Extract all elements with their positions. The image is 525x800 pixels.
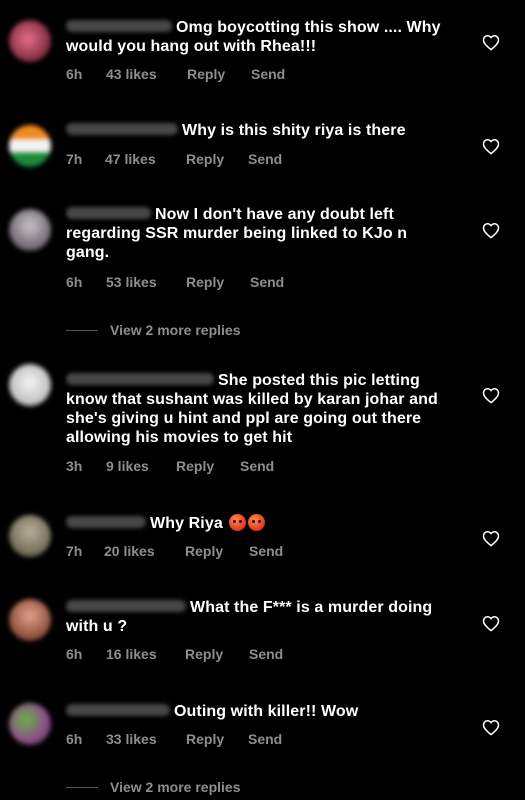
- angry-face-emoji: [229, 514, 247, 531]
- heart-icon[interactable]: [482, 387, 500, 404]
- avatar[interactable]: [9, 599, 51, 641]
- comment-meta: 3h 9 likes Reply Send: [66, 458, 274, 474]
- heart-icon[interactable]: [482, 615, 500, 632]
- heart-icon[interactable]: [482, 138, 500, 155]
- likes-count[interactable]: 9 likes: [106, 458, 176, 474]
- send-button[interactable]: Send: [240, 458, 274, 474]
- likes-count[interactable]: 20 likes: [104, 543, 185, 559]
- comment-text-wrap: She posted this pic letting know that su…: [66, 371, 446, 447]
- avatar[interactable]: [9, 209, 51, 251]
- heart-icon[interactable]: [482, 34, 500, 51]
- heart-icon[interactable]: [482, 530, 500, 547]
- comment-text-wrap: Omg boycotting this show .... Why would …: [66, 18, 446, 56]
- likes-count[interactable]: 53 likes: [106, 274, 186, 290]
- comment-meta: 6h 43 likes Reply Send: [66, 66, 285, 82]
- reply-button[interactable]: Reply: [185, 646, 249, 662]
- reply-button[interactable]: Reply: [176, 458, 240, 474]
- comment-time: 3h: [66, 458, 83, 474]
- likes-count[interactable]: 33 likes: [106, 731, 186, 747]
- comment-text: Why is this shity riya is there: [182, 122, 406, 139]
- view-more-replies[interactable]: View 2 more replies: [66, 322, 240, 338]
- reply-button[interactable]: Reply: [186, 151, 248, 167]
- view-more-label[interactable]: View 2 more replies: [110, 322, 240, 338]
- divider: [66, 329, 98, 331]
- send-button[interactable]: Send: [250, 274, 284, 290]
- reply-button[interactable]: Reply: [187, 66, 251, 82]
- comment-text-wrap: Why is this shity riya is there: [66, 121, 446, 140]
- divider: [66, 786, 98, 788]
- comment-text-wrap: Why Riya: [66, 514, 446, 533]
- reply-button[interactable]: Reply: [186, 731, 248, 747]
- send-button[interactable]: Send: [251, 66, 285, 82]
- angry-face-emoji: [248, 514, 266, 531]
- username-redacted[interactable]: [66, 704, 170, 717]
- avatar[interactable]: [9, 20, 51, 62]
- heart-icon[interactable]: [482, 719, 500, 736]
- username-redacted[interactable]: [66, 123, 178, 136]
- comment-time: 6h: [66, 646, 83, 662]
- likes-count[interactable]: 16 likes: [106, 646, 185, 662]
- comment-meta: 6h 53 likes Reply Send: [66, 274, 284, 290]
- comment-time: 6h: [66, 66, 83, 82]
- send-button[interactable]: Send: [249, 646, 283, 662]
- reply-button[interactable]: Reply: [186, 274, 250, 290]
- comment-text-wrap: Outing with killer!! Wow: [66, 702, 446, 721]
- comment-time: 7h: [66, 151, 83, 167]
- avatar[interactable]: [9, 703, 51, 745]
- avatar[interactable]: [9, 364, 51, 406]
- comment-text: Why Riya: [150, 515, 223, 532]
- comment-text-wrap: Now I don't have any doubt left regardin…: [66, 205, 446, 262]
- comment-time: 6h: [66, 731, 83, 747]
- likes-count[interactable]: 43 likes: [106, 66, 187, 82]
- send-button[interactable]: Send: [248, 731, 282, 747]
- heart-icon[interactable]: [482, 222, 500, 239]
- comment-text-wrap: What the F*** is a murder doing with u ?: [66, 598, 446, 636]
- comment-meta: 7h 20 likes Reply Send: [66, 543, 283, 559]
- comment-text: Outing with killer!! Wow: [174, 703, 359, 720]
- send-button[interactable]: Send: [248, 151, 282, 167]
- comment-time: 6h: [66, 274, 83, 290]
- comment-meta: 7h 47 likes Reply Send: [66, 151, 282, 167]
- comment-time: 7h: [66, 543, 83, 559]
- username-redacted[interactable]: [66, 373, 214, 386]
- view-more-replies[interactable]: View 2 more replies: [66, 779, 240, 795]
- view-more-label[interactable]: View 2 more replies: [110, 779, 240, 795]
- username-redacted[interactable]: [66, 207, 151, 220]
- avatar[interactable]: [9, 515, 51, 557]
- send-button[interactable]: Send: [249, 543, 283, 559]
- avatar[interactable]: [9, 125, 51, 167]
- username-redacted[interactable]: [66, 20, 172, 33]
- reply-button[interactable]: Reply: [185, 543, 249, 559]
- username-redacted[interactable]: [66, 516, 146, 529]
- comment-meta: 6h 33 likes Reply Send: [66, 731, 282, 747]
- username-redacted[interactable]: [66, 600, 186, 613]
- likes-count[interactable]: 47 likes: [105, 151, 186, 167]
- comment-meta: 6h 16 likes Reply Send: [66, 646, 283, 662]
